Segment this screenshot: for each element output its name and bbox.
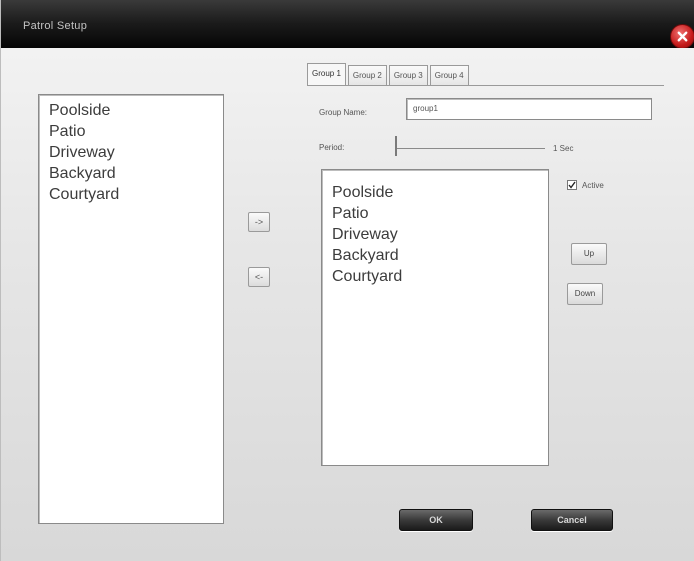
group-cameras-list[interactable]: Poolside Patio Driveway Backyard Courtya…	[321, 169, 549, 466]
checkmark-icon	[568, 181, 576, 189]
list-item[interactable]: Courtyard	[322, 266, 548, 287]
group-name-label: Group Name:	[319, 108, 368, 117]
dialog-title: Patrol Setup	[23, 20, 88, 32]
period-value: 1 Sec	[553, 144, 574, 153]
period-slider-thumb[interactable]	[395, 136, 397, 156]
period-slider-track[interactable]	[395, 148, 545, 149]
tab-group-3[interactable]: Group 3	[388, 65, 428, 85]
period-label: Period:	[319, 143, 345, 152]
close-icon	[677, 31, 688, 42]
list-item[interactable]: Driveway	[322, 224, 548, 245]
list-item[interactable]: Poolside	[322, 182, 548, 203]
active-label: Active	[582, 180, 604, 190]
list-item[interactable]: Backyard	[39, 163, 223, 184]
remove-from-group-button[interactable]: <-	[248, 267, 270, 287]
tab-group-2[interactable]: Group 2	[347, 65, 387, 85]
patrol-setup-dialog: Patrol Setup Poolside Patio Driveway Bac…	[0, 0, 694, 561]
list-item[interactable]: Patio	[322, 203, 548, 224]
dialog-body: Poolside Patio Driveway Backyard Courtya…	[1, 48, 694, 561]
group-tabs: Group 1 Group 2 Group 3 Group 4	[307, 63, 471, 85]
list-item[interactable]: Driveway	[39, 142, 223, 163]
group-name-input[interactable]: group1	[406, 98, 652, 120]
list-item[interactable]: Backyard	[322, 245, 548, 266]
list-item[interactable]: Courtyard	[39, 184, 223, 205]
list-item[interactable]: Poolside	[39, 100, 223, 121]
add-to-group-button[interactable]: ->	[248, 212, 270, 232]
tab-divider	[307, 85, 664, 86]
title-bar[interactable]: Patrol Setup	[1, 0, 694, 49]
list-item[interactable]: Patio	[39, 121, 223, 142]
tab-group-1[interactable]: Group 1	[307, 63, 346, 85]
tab-group-4[interactable]: Group 4	[429, 65, 469, 85]
cancel-button[interactable]: Cancel	[531, 509, 613, 531]
move-down-button[interactable]: Down	[567, 283, 603, 305]
move-up-button[interactable]: Up	[571, 243, 607, 265]
close-button[interactable]	[670, 24, 694, 49]
active-toggle[interactable]: Active	[567, 180, 604, 190]
ok-button[interactable]: OK	[399, 509, 473, 531]
active-checkbox[interactable]	[567, 180, 577, 190]
available-cameras-list[interactable]: Poolside Patio Driveway Backyard Courtya…	[38, 94, 224, 524]
